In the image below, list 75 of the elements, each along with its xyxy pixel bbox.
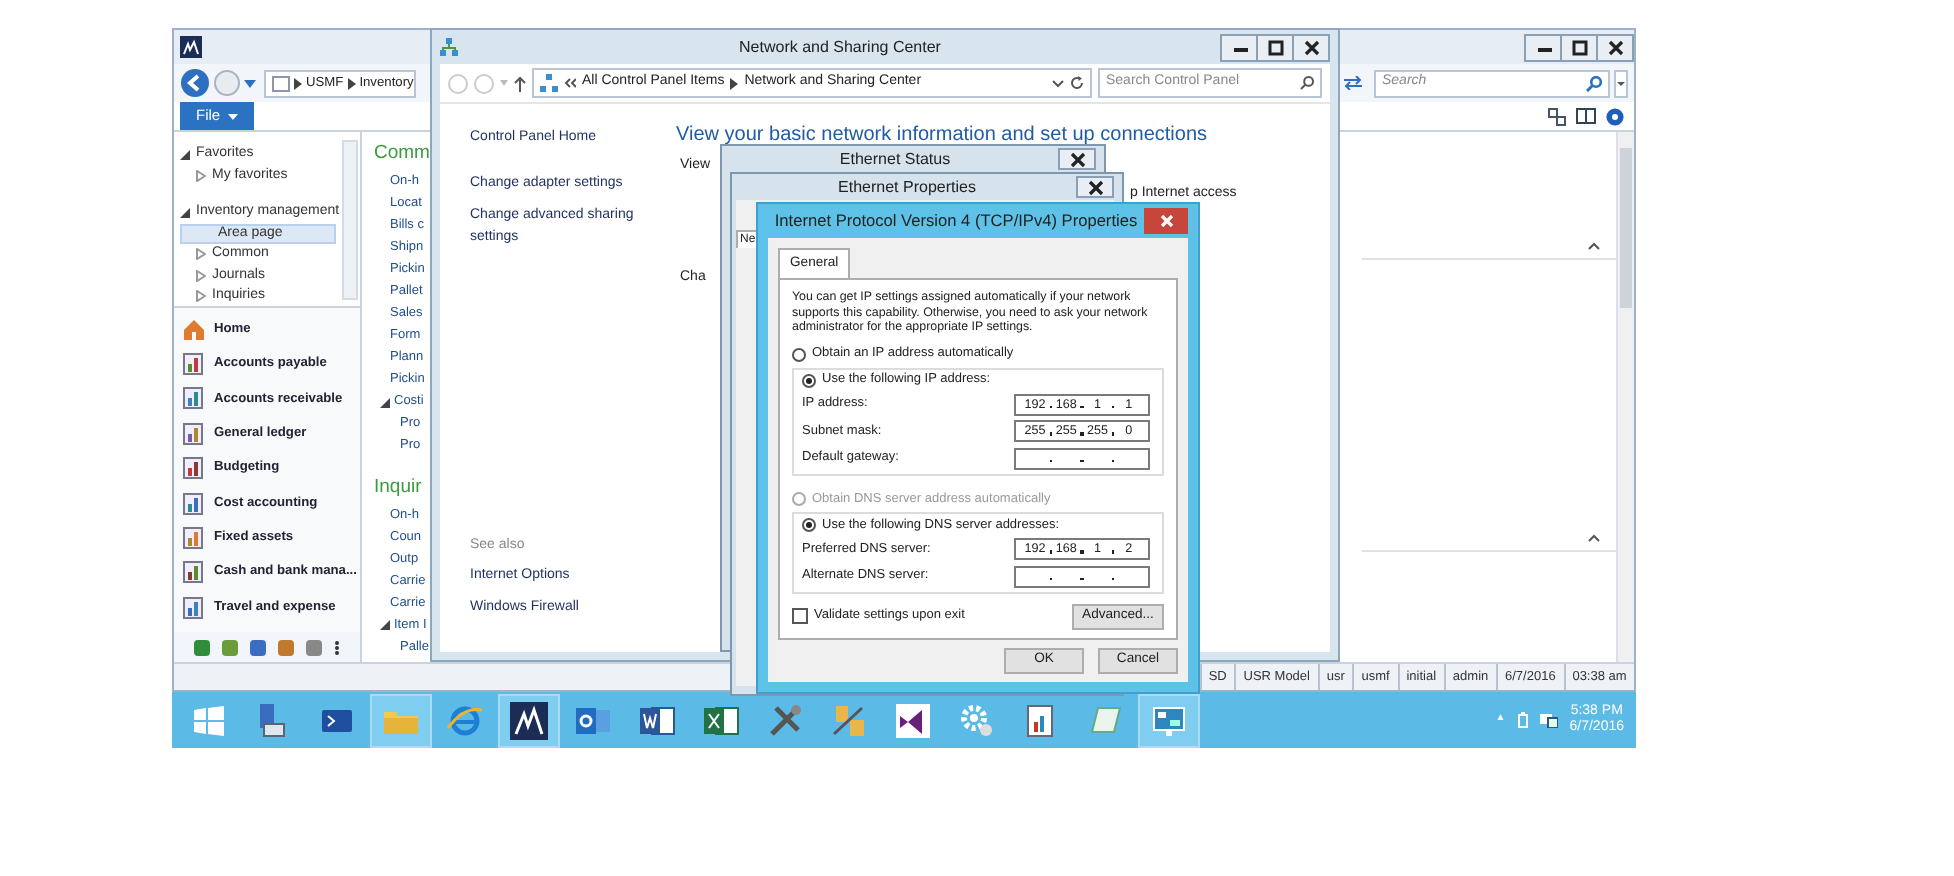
network-icon	[440, 38, 458, 56]
ip-address-field[interactable]	[1014, 565, 1150, 588]
window-title: Network and Sharing Center	[737, 35, 943, 59]
network-status-icon[interactable]	[1539, 712, 1558, 728]
module-icon	[182, 386, 206, 411]
expanded-arrow-icon[interactable]	[380, 397, 390, 407]
control-panel-icon[interactable]	[1150, 701, 1188, 739]
ip-address-field[interactable]	[1014, 447, 1150, 470]
help-icon[interactable]	[1606, 107, 1624, 125]
separator-arrow-icon	[730, 77, 739, 89]
swap-arrows-icon[interactable]	[1344, 76, 1362, 90]
page-icon	[272, 75, 290, 91]
network-icon	[540, 74, 558, 92]
close-icon	[1069, 151, 1085, 167]
maximize-button[interactable]	[1256, 33, 1294, 61]
module-icon	[182, 491, 206, 516]
refresh-icon[interactable]	[1070, 76, 1084, 90]
collapsed-arrow-icon[interactable]	[196, 290, 206, 303]
page-heading: View your basic network information and set up connections	[676, 122, 1210, 150]
minimize-button[interactable]	[1524, 33, 1562, 61]
caret-icon[interactable]	[244, 79, 256, 87]
close-button[interactable]	[1292, 33, 1330, 61]
section-heading: Comm	[374, 144, 430, 163]
collapsed-arrow-icon[interactable]	[196, 169, 206, 182]
minimize-button[interactable]	[1220, 33, 1258, 61]
expanded-arrow-icon[interactable]	[180, 207, 190, 218]
document-icon[interactable]	[638, 701, 676, 739]
module-icon	[182, 421, 206, 446]
module-icon	[182, 352, 206, 377]
collapsed-arrow-icon[interactable]	[196, 248, 206, 261]
module-icon	[182, 456, 206, 481]
close-icon	[1159, 214, 1173, 228]
close-icon	[1607, 39, 1623, 55]
module-icon	[182, 560, 206, 585]
search-icon[interactable]	[1586, 75, 1602, 91]
close-icon	[1303, 39, 1319, 55]
tools-icon[interactable]	[766, 701, 804, 739]
collapse-icon[interactable]	[1588, 242, 1600, 250]
collapsed-arrow-icon[interactable]	[196, 269, 206, 282]
close-button[interactable]	[1076, 176, 1114, 198]
maximize-button[interactable]	[1560, 33, 1598, 61]
collapse-icon[interactable]	[1588, 534, 1600, 542]
app-logo-icon	[180, 36, 202, 58]
expanded-arrow-icon[interactable]	[380, 620, 390, 630]
spreadsheet-icon[interactable]	[702, 701, 740, 739]
window-title: Ethernet Status	[837, 147, 953, 171]
module-icon	[182, 526, 206, 551]
close-button[interactable]	[1058, 148, 1096, 170]
more-icon[interactable]	[334, 639, 340, 655]
maximize-icon	[1267, 39, 1283, 55]
scrollbar[interactable]	[1616, 132, 1634, 662]
dropdown-icon[interactable]	[1614, 69, 1628, 97]
house-icon	[182, 317, 206, 342]
up-arrow-icon[interactable]	[514, 75, 526, 91]
layout-icon[interactable]	[1548, 107, 1566, 125]
network-tool-icon[interactable]	[830, 701, 868, 739]
infinity-logo-icon[interactable]	[894, 701, 932, 739]
section-heading: Inquir	[374, 477, 422, 496]
close-icon	[1087, 179, 1103, 195]
scrollbar[interactable]	[342, 140, 358, 300]
book-icon[interactable]	[1576, 108, 1596, 124]
back-icon[interactable]	[180, 68, 210, 98]
separator-arrow-icon	[347, 77, 356, 89]
chevrons-icon	[564, 78, 576, 88]
window-title: Ethernet Properties	[836, 175, 978, 199]
expanded-arrow-icon[interactable]	[180, 149, 190, 160]
search-icon[interactable]	[1300, 76, 1314, 90]
caret-icon	[228, 113, 239, 119]
dropdown-icon[interactable]	[1052, 79, 1064, 87]
close-button[interactable]	[1596, 33, 1634, 61]
module-icon	[182, 595, 206, 620]
maximize-icon	[1571, 39, 1587, 55]
separator-arrow-icon	[294, 77, 302, 89]
app-logo-icon[interactable]	[510, 701, 548, 739]
window-title: Internet Protocol Version 4 (TCP/IPv4) Properties	[772, 208, 1140, 234]
